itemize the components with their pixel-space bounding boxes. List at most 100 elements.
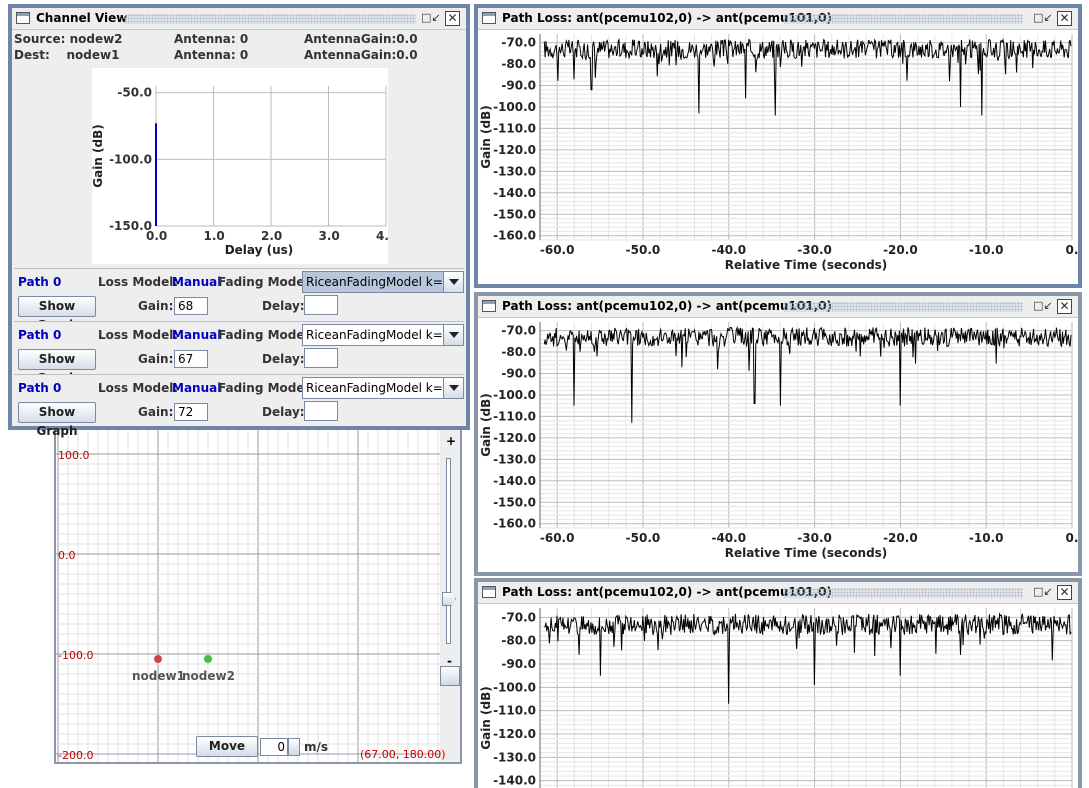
node-map-panel[interactable]: 100.0 0.0 -100.0 -200.0 nodew1 nodew2 + - Mov… — [54, 428, 462, 764]
minimize-icon[interactable]: □↙ — [1033, 585, 1053, 600]
path-row: Path 0 Loss Model: Manual Fading Model: Rice… — [14, 268, 464, 332]
gain-input[interactable]: 67 — [174, 350, 208, 368]
node-map[interactable]: 100.0 0.0 -100.0 -200.0 nodew1nodew2 — [56, 430, 440, 762]
slider-track[interactable] — [446, 458, 451, 644]
node-nodew1 — [154, 655, 162, 663]
title-bar[interactable]: Path Loss: ant(pcemu102,0) -> ant(pcemu1… — [478, 8, 1078, 30]
loss-model-value[interactable]: Manual — [172, 328, 221, 342]
scroll-box[interactable] — [440, 666, 460, 686]
loss-model-label: Loss Model: — [98, 328, 179, 342]
speed-input[interactable]: 0 — [260, 738, 288, 756]
x-axis-label: Delay (us) — [225, 243, 294, 257]
y-tick-label: -90.0 — [501, 79, 536, 93]
close-icon[interactable]: ✕ — [1057, 299, 1072, 314]
window-icon — [16, 12, 30, 24]
fading-model-value: RiceanFadingModel k=3 — [306, 275, 451, 289]
delay-input[interactable] — [304, 401, 338, 421]
path-row: Path 0 Loss Model: Manual Fading Model: Rice… — [14, 321, 464, 385]
channel-view-window[interactable]: Channel View □↙ ✕ Source: nodew2 Dest: n… — [8, 4, 470, 438]
y-tick-label: -70.0 — [501, 324, 536, 338]
x-axis-label: Relative Time (seconds) — [725, 546, 888, 560]
map-y-tick-label: -100.0 — [58, 649, 93, 662]
title-grip — [124, 14, 416, 24]
path-loss-window-3[interactable]: Path Loss: ant(pcemu102,0) -> ant(pcemu1… — [474, 578, 1082, 788]
fading-model-select[interactable]: RiceanFadingModel k=3 — [302, 271, 464, 293]
y-tick-label: -120.0 — [493, 431, 536, 445]
node-label: nodew1 — [132, 669, 185, 683]
x-tick-label: -40.0 — [711, 243, 746, 257]
x-tick-label: -60.0 — [540, 243, 575, 257]
path-row: Path 0 Loss Model: Manual Fading Model: Rice… — [14, 374, 464, 438]
y-tick-label: -80.0 — [501, 57, 536, 71]
x-tick-label: 2.0 — [261, 229, 282, 243]
title-grip — [783, 302, 1023, 312]
close-icon[interactable]: ✕ — [445, 11, 460, 26]
fading-model-select[interactable]: RiceanFadingModel k=3 — [302, 377, 464, 399]
x-axis-label: Relative Time (seconds) — [725, 258, 888, 272]
delay-label: Delay: — [262, 405, 305, 419]
y-axis-label: Gain (dB) — [479, 105, 493, 169]
delay-input[interactable] — [304, 348, 338, 368]
dropdown-arrow-icon[interactable] — [443, 272, 463, 292]
dropdown-arrow-icon[interactable] — [443, 378, 463, 398]
minimize-icon[interactable]: □↙ — [1033, 299, 1053, 314]
title-bar[interactable]: Path Loss: ant(pcemu102,0) -> ant(pcemu1… — [478, 296, 1078, 318]
gain-trace — [543, 612, 1072, 704]
speed-spinner[interactable] — [288, 738, 300, 756]
fading-model-label: Fading Model: — [218, 328, 314, 342]
y-tick-label: -100.0 — [109, 152, 152, 166]
path-name: Path 0 — [18, 381, 62, 395]
x-tick-label: -20.0 — [883, 243, 918, 257]
fading-model-select[interactable]: RiceanFadingModel k=3 — [302, 324, 464, 346]
y-tick-label: -90.0 — [501, 657, 536, 671]
title-bar[interactable]: Path Loss: ant(pcemu102,0) -> ant(pcemu1… — [478, 582, 1078, 604]
y-tick-label: -100.0 — [493, 680, 536, 694]
show-graph-button[interactable]: Show Graph — [18, 402, 96, 438]
y-tick-label: -90.0 — [501, 367, 536, 381]
fading-model-value: RiceanFadingModel k=3 — [306, 328, 451, 342]
title-bar[interactable]: Channel View □↙ ✕ — [12, 8, 466, 30]
minimize-icon[interactable]: □↙ — [1033, 11, 1053, 26]
map-y-tick-label: 0.0 — [58, 549, 76, 562]
path-loss-plot: -70.0 -80.0 -90.0 -100.0 -110.0 -120.0 -130.0 -… — [478, 604, 1078, 788]
x-tick-label: -30.0 — [797, 531, 832, 545]
path-loss-plot: -70.0 -80.0 -90.0 -100.0 -110.0 -120.0 -130.0 -… — [478, 30, 1078, 284]
fading-model-value: RiceanFadingModel k=3 — [306, 381, 451, 395]
gain-label: Gain: — [138, 299, 174, 313]
slider-thumb[interactable] — [442, 592, 456, 606]
close-icon[interactable]: ✕ — [1057, 11, 1072, 26]
path-loss-window-2[interactable]: Path Loss: ant(pcemu102,0) -> ant(pcemu1… — [474, 292, 1082, 576]
window-icon — [482, 12, 496, 24]
zoom-plus-icon[interactable]: + — [446, 434, 456, 448]
delay-input[interactable] — [304, 295, 338, 315]
show-graph-button[interactable]: Show Graph — [18, 296, 96, 332]
y-tick-label: -100.0 — [493, 388, 536, 402]
minimize-icon[interactable]: □↙ — [421, 11, 441, 26]
y-tick-label: -70.0 — [501, 610, 536, 624]
show-graph-button[interactable]: Show Graph — [18, 349, 96, 385]
x-tick-label: 4. — [376, 229, 388, 243]
y-tick-label: -80.0 — [501, 345, 536, 359]
loss-model-value[interactable]: Manual — [172, 275, 221, 289]
dropdown-arrow-icon[interactable] — [443, 325, 463, 345]
y-tick-label: -110.0 — [493, 704, 536, 718]
cursor-coords: (67.00, 180.00) — [360, 748, 446, 761]
path-name: Path 0 — [18, 275, 62, 289]
loss-model-value[interactable]: Manual — [172, 381, 221, 395]
y-tick-label: -130.0 — [493, 750, 536, 764]
close-icon[interactable]: ✕ — [1057, 585, 1072, 600]
map-y-tick-label: -200.0 — [58, 749, 93, 762]
gain-trace — [543, 325, 1072, 423]
y-tick-label: -130.0 — [493, 164, 536, 178]
y-tick-label: -150.0 — [109, 219, 152, 233]
zoom-slider[interactable]: + - — [440, 430, 460, 688]
gain-input[interactable]: 68 — [174, 297, 208, 315]
path-loss-window-1[interactable]: Path Loss: ant(pcemu102,0) -> ant(pcemu1… — [474, 4, 1082, 288]
gain-label: Gain: — [138, 405, 174, 419]
y-tick-label: -100.0 — [493, 100, 536, 114]
speed-unit: m/s — [304, 740, 329, 754]
gain-input[interactable]: 72 — [174, 403, 208, 421]
path-loss-plot: -70.0 -80.0 -90.0 -100.0 -110.0 -120.0 -130.0 -… — [478, 318, 1078, 572]
move-button[interactable]: Move — [196, 736, 258, 757]
node-nodew2 — [204, 655, 212, 663]
